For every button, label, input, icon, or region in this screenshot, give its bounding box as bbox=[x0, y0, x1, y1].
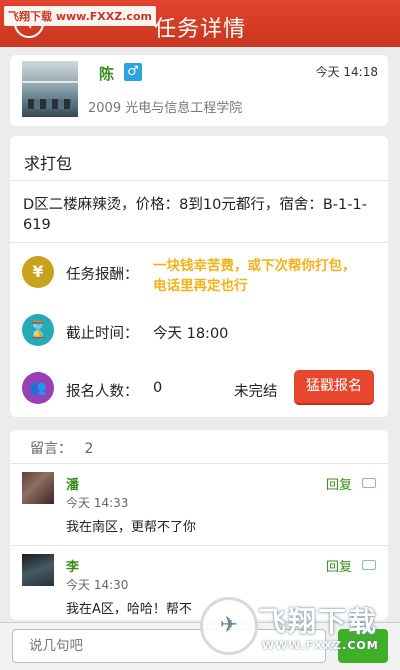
reward-value: 一块钱幸苦费，或下次帮你打包，电话里再定也行 bbox=[153, 258, 356, 294]
comment-text: 我在南区，更帮不了你 bbox=[66, 520, 197, 535]
watermark-logo-icon: ✈ bbox=[200, 597, 258, 655]
comment-time: 今天 14:33 bbox=[66, 496, 129, 510]
poster-card: 陈 ♂ 今天 14:18 2009 光电与信息工程学院 bbox=[10, 55, 388, 126]
applicants-count: 0 bbox=[153, 380, 163, 396]
comment-bubble-icon[interactable] bbox=[362, 560, 376, 570]
deadline-label: 截止时间： bbox=[66, 326, 139, 342]
watermark-banner: 飞翔下载 www.FXXZ.com bbox=[4, 6, 156, 26]
comments-label: 留言： bbox=[30, 441, 72, 457]
app-header: ‹ 任务详情 飞翔下载 www.FXXZ.com bbox=[0, 0, 400, 47]
signup-button[interactable]: 猛戳报名 bbox=[294, 370, 374, 405]
comment-time: 今天 14:30 bbox=[66, 578, 129, 592]
applicants-label: 报名人数： bbox=[66, 384, 139, 400]
task-card: 求打包 D区二楼麻辣烫，价格：8到10元都行，宿舍：B-1-1-619 ¥ 任务… bbox=[10, 136, 388, 417]
watermark-brand: 飞翔下载 bbox=[258, 605, 379, 638]
divider bbox=[10, 242, 388, 243]
comment-bubble-icon[interactable] bbox=[362, 478, 376, 488]
commenter-avatar[interactable] bbox=[22, 554, 54, 586]
commenter-name[interactable]: 潘 bbox=[66, 474, 79, 493]
divider bbox=[10, 463, 388, 464]
commenter-name[interactable]: 李 bbox=[66, 556, 79, 575]
watermark-url: WWW.FXXZ.COM bbox=[262, 639, 379, 652]
reply-button[interactable]: 回复 bbox=[326, 556, 352, 575]
poster-name[interactable]: 陈 bbox=[99, 63, 114, 84]
comments-count: 2 bbox=[84, 441, 94, 457]
divider bbox=[10, 180, 388, 181]
male-icon: ♂ bbox=[124, 63, 142, 81]
people-icon: 👥 bbox=[22, 372, 54, 404]
reply-button[interactable]: 回复 bbox=[326, 474, 352, 493]
post-time: 今天 14:18 bbox=[315, 65, 378, 79]
divider bbox=[10, 545, 388, 546]
poster-avatar[interactable] bbox=[22, 61, 78, 117]
hourglass-icon: ⌛ bbox=[22, 314, 54, 346]
deadline-value: 今天 18:00 bbox=[153, 326, 229, 342]
commenter-avatar[interactable] bbox=[22, 472, 54, 504]
comment-text: 我在A区，哈哈！帮不 bbox=[66, 602, 192, 617]
reward-label: 任务报酬： bbox=[66, 267, 139, 283]
poster-info: 2009 光电与信息工程学院 bbox=[88, 101, 243, 116]
task-status: 未完结 bbox=[234, 384, 278, 400]
comments-card: 留言： 2 潘 今天 14:33 我在南区，更帮不了你 回复 李 今天 14:3… bbox=[10, 430, 388, 620]
comments-header: 留言： 2 bbox=[30, 438, 93, 458]
task-title: 求打包 bbox=[24, 154, 73, 173]
task-description: D区二楼麻辣烫，价格：8到10元都行，宿舍：B-1-1-619 bbox=[23, 197, 367, 233]
yen-icon: ¥ bbox=[22, 256, 54, 288]
